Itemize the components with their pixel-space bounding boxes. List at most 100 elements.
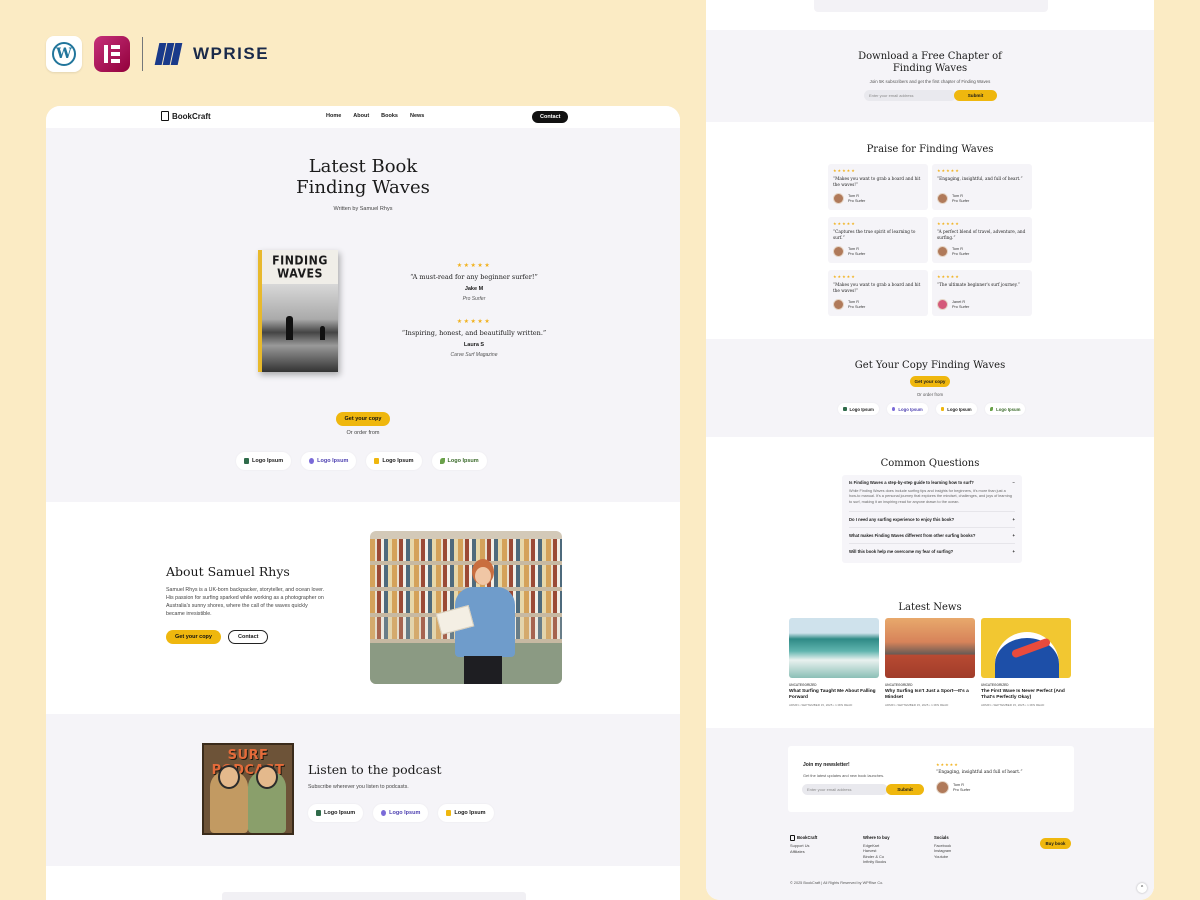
- news-headline[interactable]: The First Wave Is Never Perfect (And Tha…: [981, 689, 1071, 701]
- footer-link[interactable]: Infinity Books: [863, 859, 890, 865]
- get-copy-small-button[interactable]: Get your copy: [910, 376, 950, 387]
- about-get-copy-button[interactable]: Get your copy: [166, 630, 221, 644]
- nav-item-home[interactable]: Home: [326, 113, 341, 119]
- plus-icon[interactable]: +: [1013, 549, 1015, 554]
- podcast-title: Listen to the podcast: [308, 762, 442, 777]
- news-headline[interactable]: Why Surfing Isn't Just a Sport—It's a Mi…: [885, 689, 975, 701]
- site-logo[interactable]: BookCraft: [161, 111, 211, 121]
- newsletter-box: Join my newsletter! Get the latest updat…: [788, 746, 1074, 812]
- get-copy-order-text: Or order from: [916, 392, 944, 397]
- nav-item-news[interactable]: News: [410, 113, 424, 119]
- newsletter-subtitle: Get the latest updates and new book laun…: [803, 773, 885, 778]
- footer-col-socials: Socials Facebook Instagram Youtube: [934, 835, 952, 860]
- footer-link[interactable]: Youtube: [934, 854, 951, 860]
- newsletter-email-input[interactable]: Enter your email address: [802, 784, 888, 795]
- retailer-logo[interactable]: Logo Ipsum: [366, 452, 422, 470]
- testimonial-card: ★★★★★ “Makes you want to grab a board and…: [828, 270, 928, 316]
- avatar: [833, 193, 844, 204]
- hero-subtitle: Written by Samuel Rhys: [333, 206, 393, 212]
- free-chapter-email-input[interactable]: Enter your email address: [864, 90, 956, 101]
- avatar: [833, 246, 844, 257]
- podcast-subtitle: Subscribe wherever you listen to podcast…: [308, 784, 409, 790]
- nav-contact-button[interactable]: Contact: [532, 111, 569, 123]
- footer-col-brand: BookCraft Support Us Affiliates: [790, 835, 818, 855]
- free-chapter-title: Download a Free Chapter of Finding Waves: [858, 51, 1002, 74]
- rating-stars: ★★★★★: [456, 319, 492, 325]
- review-quote: “Inspiring, honest, and beautifully writ…: [401, 329, 547, 337]
- free-chapter-submit-button[interactable]: Submit: [954, 90, 997, 101]
- elementor-logo-icon: [94, 36, 130, 72]
- faq-accordion: Is Finding Waves a step-by-step guide to…: [842, 475, 1022, 563]
- news-headline[interactable]: What Surfing Taught Me About Falling For…: [789, 689, 879, 701]
- rating-stars: ★★★★★: [936, 762, 959, 767]
- review-role: Pro Surfer: [462, 296, 486, 302]
- news-card[interactable]: UNCATEGORIZED The First Wave Is Never Pe…: [981, 618, 1071, 707]
- platform-logo[interactable]: Logo Ipsum: [308, 804, 364, 822]
- faq-answer: While Finding Waves does include surfing…: [849, 489, 1012, 504]
- back-to-top-icon[interactable]: ^: [1137, 883, 1147, 893]
- avatar: [937, 246, 948, 257]
- free-chapter-section: Download a Free Chapter of Finding Waves …: [706, 30, 1154, 122]
- newsletter-reviewer: Tom R Pro Surfer: [936, 781, 970, 794]
- get-copy-section: Get Your Copy Finding Waves Get your cop…: [706, 339, 1154, 437]
- about-buttons: Get your copy Contact: [166, 630, 269, 644]
- retailer-logo[interactable]: Logo Ipsum: [236, 452, 292, 470]
- retailer-logo[interactable]: Logo Ipsum: [838, 403, 879, 415]
- site-navbar: BookCraft Home About Books News Contact: [46, 106, 680, 128]
- review-role: Carve Surf Magazine: [450, 352, 498, 358]
- testimonial-card: ★★★★★ “The ultimate beginner's surf journ…: [932, 270, 1032, 316]
- get-copy-title: Get Your Copy Finding Waves: [854, 360, 1006, 371]
- book-icon: [161, 111, 169, 121]
- hero-review: ★★★★★ “Inspiring, honest, and beautifull…: [384, 318, 564, 358]
- next-section-peek: [46, 866, 680, 900]
- retailer-logo[interactable]: Logo Ipsum: [935, 403, 977, 415]
- review-name: Jake M: [464, 286, 484, 292]
- testimonial-card: ★★★★★ “Captures the true spirit of learni…: [828, 217, 928, 263]
- book-cover-photo: [262, 284, 338, 372]
- podcast-platform-logos: Logo Ipsum Logo Ipsum Logo Ipsum: [308, 804, 494, 822]
- news-card[interactable]: UNCATEGORIZED What Surfing Taught Me Abo…: [789, 618, 879, 707]
- left-preview-panel: BookCraft Home About Books News Contact …: [46, 106, 680, 900]
- avatar: [937, 299, 948, 310]
- nav-item-about[interactable]: About: [353, 113, 369, 119]
- get-copy-button[interactable]: Get your copy: [335, 412, 391, 426]
- faq-title: Common Questions: [880, 458, 980, 469]
- rating-stars: ★★★★★: [456, 263, 492, 269]
- faq-question[interactable]: Do I need any surfing experience to enjo…: [849, 510, 1015, 527]
- podcast-section: SURF PODCAST Listen to the podcast Subsc…: [46, 714, 680, 866]
- author-photo: [370, 531, 562, 684]
- platform-logo[interactable]: Logo Ipsum: [438, 804, 494, 822]
- faq-question[interactable]: What makes Finding Waves different from …: [849, 526, 1015, 543]
- buy-book-button[interactable]: Buy book: [1040, 838, 1071, 849]
- retailer-logo[interactable]: Logo Ipsum: [984, 403, 1026, 415]
- platform-logo[interactable]: Logo Ipsum: [373, 804, 429, 822]
- avatar: [833, 299, 844, 310]
- about-contact-button[interactable]: Contact: [227, 630, 269, 644]
- faq-question[interactable]: Will this book help me overcome my fear …: [849, 542, 1015, 559]
- brand-divider: [142, 37, 143, 71]
- about-title: About Samuel Rhys: [166, 564, 290, 579]
- testimonial-card: ★★★★★ “Makes you want to grab a board and…: [828, 164, 928, 210]
- retailer-logo[interactable]: Logo Ipsum: [886, 403, 928, 415]
- wprise-wordmark: WPRISE: [193, 44, 270, 63]
- retailer-logo[interactable]: Logo Ipsum: [301, 452, 357, 470]
- praise-title: Praise for Finding Waves: [866, 144, 994, 155]
- avatar: [936, 781, 949, 794]
- faq-question[interactable]: Is Finding Waves a step-by-step guide to…: [849, 480, 1015, 485]
- nav-item-books[interactable]: Books: [381, 113, 398, 119]
- plus-icon[interactable]: +: [1013, 533, 1015, 538]
- news-card[interactable]: UNCATEGORIZED Why Surfing Isn't Just a S…: [885, 618, 975, 707]
- newsletter-quote: “Engaging, insightful and full of heart.…: [936, 770, 1023, 775]
- footer-link[interactable]: Affiliates: [790, 849, 817, 855]
- testimonial-card: ★★★★★ “Engaging, insightful, and full of …: [932, 164, 1032, 210]
- minus-icon[interactable]: −: [1013, 480, 1015, 485]
- plus-icon[interactable]: +: [1013, 517, 1015, 522]
- right-preview-panel: Download a Free Chapter of Finding Waves …: [706, 0, 1154, 900]
- about-section: About Samuel Rhys Samuel Rhys is a UK-bo…: [46, 502, 680, 714]
- newsletter-submit-button[interactable]: Submit: [886, 784, 924, 795]
- copyright-text: © 2025 BookCraft | All Rights Reserved b…: [790, 881, 884, 885]
- footer-link[interactable]: Instagram: [934, 848, 951, 854]
- retailer-logo[interactable]: Logo Ipsum: [431, 452, 487, 470]
- about-body: Samuel Rhys is a UK-born backpacker, sto…: [166, 587, 325, 617]
- review-quote: “A must-read for any beginner surfer!”: [410, 273, 538, 281]
